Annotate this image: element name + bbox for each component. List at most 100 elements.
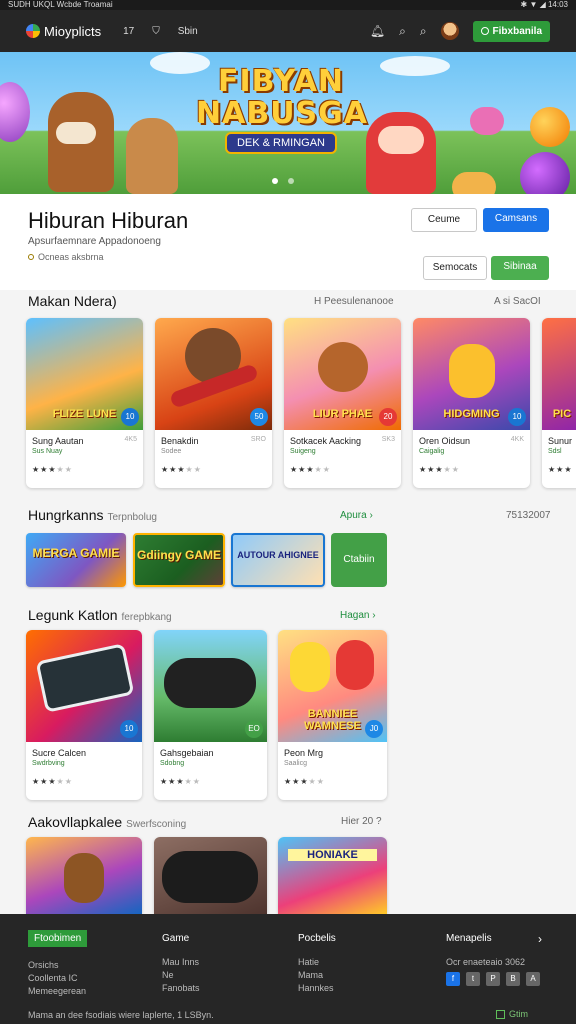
app-icon[interactable]: A <box>526 972 540 986</box>
footer-link[interactable]: Coollenta IC <box>28 972 87 985</box>
game-card-art: LIUR PHAE 20 <box>284 318 401 430</box>
balloon-decoration <box>520 152 570 194</box>
section-title-2-sub: Terpnbolug <box>107 512 157 523</box>
game-card-badge: 50 <box>250 408 268 426</box>
twitter-icon[interactable]: t <box>466 972 480 986</box>
gamepad-shape <box>164 658 256 708</box>
store-badge[interactable]: Gtim <box>496 1009 528 1019</box>
dog-character-snout <box>56 122 96 144</box>
game-card[interactable]: HONIAKE <box>278 837 387 914</box>
game-card-art: HONIAKE <box>278 837 387 914</box>
section-title-4-sub: Swerfsconing <box>126 819 187 830</box>
game-card-art-text: PIC <box>552 408 572 420</box>
promo-banner[interactable]: AUTOUR AHIGNEE <box>231 533 325 587</box>
carousel-dot[interactable] <box>288 178 294 184</box>
game-card-badge: 20 <box>379 408 397 426</box>
shield-icon[interactable]: ⛉ <box>152 26 160 37</box>
footer-column: Ftoobimen Orsichs Coollenta IC Memeegere… <box>28 930 88 998</box>
game-card-category: Sdobng <box>160 760 185 767</box>
outline-button[interactable]: Ceume <box>411 208 477 232</box>
game-card[interactable] <box>26 837 142 914</box>
store-icon <box>496 1009 505 1019</box>
promo-banner[interactable]: MERGA GAMIE <box>26 533 126 587</box>
game-card-art: BANNIEE WAMNESE J0 <box>278 630 387 742</box>
game-card[interactable]: 10 Sucre Calcen Swdrbving ★★★★★ <box>26 630 142 800</box>
game-card[interactable] <box>154 837 267 914</box>
character-shape <box>290 642 330 692</box>
logo[interactable]: Mioyplicts <box>26 24 101 39</box>
social-links: f t P B A <box>446 972 540 986</box>
more-button[interactable]: Ctabiin <box>331 533 387 587</box>
hero-title: FIBYAN NABUSGA DEK & RMINGAN <box>196 66 368 154</box>
promo-banner-text: Gdiingy GAME <box>137 548 221 562</box>
secondary-outline-button[interactable]: Semocats <box>423 256 487 280</box>
chevron-right-icon[interactable]: › <box>538 932 542 946</box>
section-title-4-text: Aakovllapkalee <box>28 814 123 830</box>
search-icon-2[interactable]: ⌕ <box>420 24 427 39</box>
star-icon: ★★★ <box>161 465 186 474</box>
star-rating: ★★★★★ <box>161 465 202 474</box>
status-left: SUDH UKQL Wcbde Troamai <box>8 0 113 9</box>
footer-link[interactable]: Mama <box>298 969 336 982</box>
section-title-4: Aakovllapkalee Swerfsconing <box>28 814 186 830</box>
sign-in-button[interactable]: Fibxbanila <box>472 20 550 42</box>
game-card[interactable]: PIC Sunur Sdsl ★★★ <box>542 318 576 488</box>
nav-link-1[interactable]: 17 <box>123 26 134 37</box>
section-1-right[interactable]: A si SacOI <box>494 296 541 307</box>
footer-link[interactable]: Hannkes <box>298 982 336 995</box>
carousel-dots <box>272 178 294 184</box>
game-card-tag: SRO <box>250 436 266 443</box>
footer-link[interactable]: Memeegerean <box>28 985 87 998</box>
footer-link[interactable]: Fanobats <box>162 982 200 995</box>
hero-title-line2: NABUSGA <box>196 96 368 131</box>
section-title-1: Makan Ndera) <box>28 293 117 309</box>
game-card-art: EO <box>154 630 267 742</box>
blog-icon[interactable]: B <box>506 972 520 986</box>
game-card[interactable]: HIDGMING 10 Oren Oidsun 4KK Caigalig ★★★★… <box>413 318 530 488</box>
notification-icon[interactable]: 🔔︎ <box>370 24 385 38</box>
game-card-category: Sus Nuay <box>32 448 63 455</box>
game-card-art-text: HONIAKE <box>288 849 377 861</box>
game-card[interactable]: FLIZE LUNE 10 Sung Aautan 4K5 Sus Nuay ★★… <box>26 318 143 488</box>
footer-link[interactable]: Hatie <box>298 956 336 969</box>
promo-banner[interactable]: Gdiingy GAME <box>133 533 225 587</box>
facebook-icon[interactable]: f <box>446 972 460 986</box>
game-card-title-text: Oren Oidsun <box>419 436 471 446</box>
bear-character <box>318 342 368 392</box>
star-rating: ★★★★★ <box>290 465 331 474</box>
footer-heading[interactable]: Ftoobimen <box>28 930 88 947</box>
carousel-dot[interactable] <box>272 178 278 184</box>
footer-text: Ocr enaeteaio 3062 <box>446 957 526 967</box>
star-rating: ★★★★★ <box>419 465 460 474</box>
section-2-link[interactable]: Apura › <box>340 510 373 521</box>
star-icon: ★★★ <box>32 777 57 786</box>
search-icon[interactable]: ⌕ <box>399 24 406 39</box>
phone-shape <box>35 643 135 713</box>
game-card-title: Oren Oidsun 4KK <box>413 430 530 446</box>
game-card[interactable]: LIUR PHAE 20 Sotkacek Aacking SK3 Suigeng… <box>284 318 401 488</box>
footer-link[interactable]: Ne <box>162 969 200 982</box>
primary-button[interactable]: Camsans <box>483 208 549 232</box>
footer-link[interactable]: Mau Inns <box>162 956 200 969</box>
game-card-title-text: Sung Aautan <box>32 436 84 446</box>
nav-link-2[interactable]: Sbin <box>178 26 198 37</box>
game-card-tag: 4KK <box>510 436 524 443</box>
game-card[interactable]: 50 Benakdin SRO Sodee ★★★★★ <box>155 318 272 488</box>
hero-banner[interactable]: FIBYAN NABUSGA DEK & RMINGAN <box>0 52 576 194</box>
cloud-decoration <box>380 56 450 76</box>
footer-link[interactable]: Orsichs <box>28 959 87 972</box>
footer-column: Pocbelis Hatie Mama Hannkes <box>298 933 336 995</box>
section-3-link[interactable]: Hagan › <box>340 610 376 621</box>
game-card-badge: EO <box>245 720 263 738</box>
game-card-art <box>154 837 267 914</box>
section-4-right[interactable]: Hier 20 ? <box>341 816 382 827</box>
game-card-art <box>26 837 142 914</box>
top-navbar: Mioyplicts 17 ⛉ Sbin 🔔︎ ⌕ ⌕ Fibxbanila <box>0 10 576 52</box>
green-button[interactable]: Sibinaa <box>491 256 549 280</box>
game-card[interactable]: EO Gahsgebaian Sdobng ★★★★★ <box>154 630 267 800</box>
character-shape <box>449 344 495 398</box>
pinterest-icon[interactable]: P <box>486 972 500 986</box>
star-icon: ★★★ <box>160 777 185 786</box>
avatar[interactable] <box>440 22 459 40</box>
game-card[interactable]: BANNIEE WAMNESE J0 Peon Mrg Saalicg ★★★★… <box>278 630 387 800</box>
